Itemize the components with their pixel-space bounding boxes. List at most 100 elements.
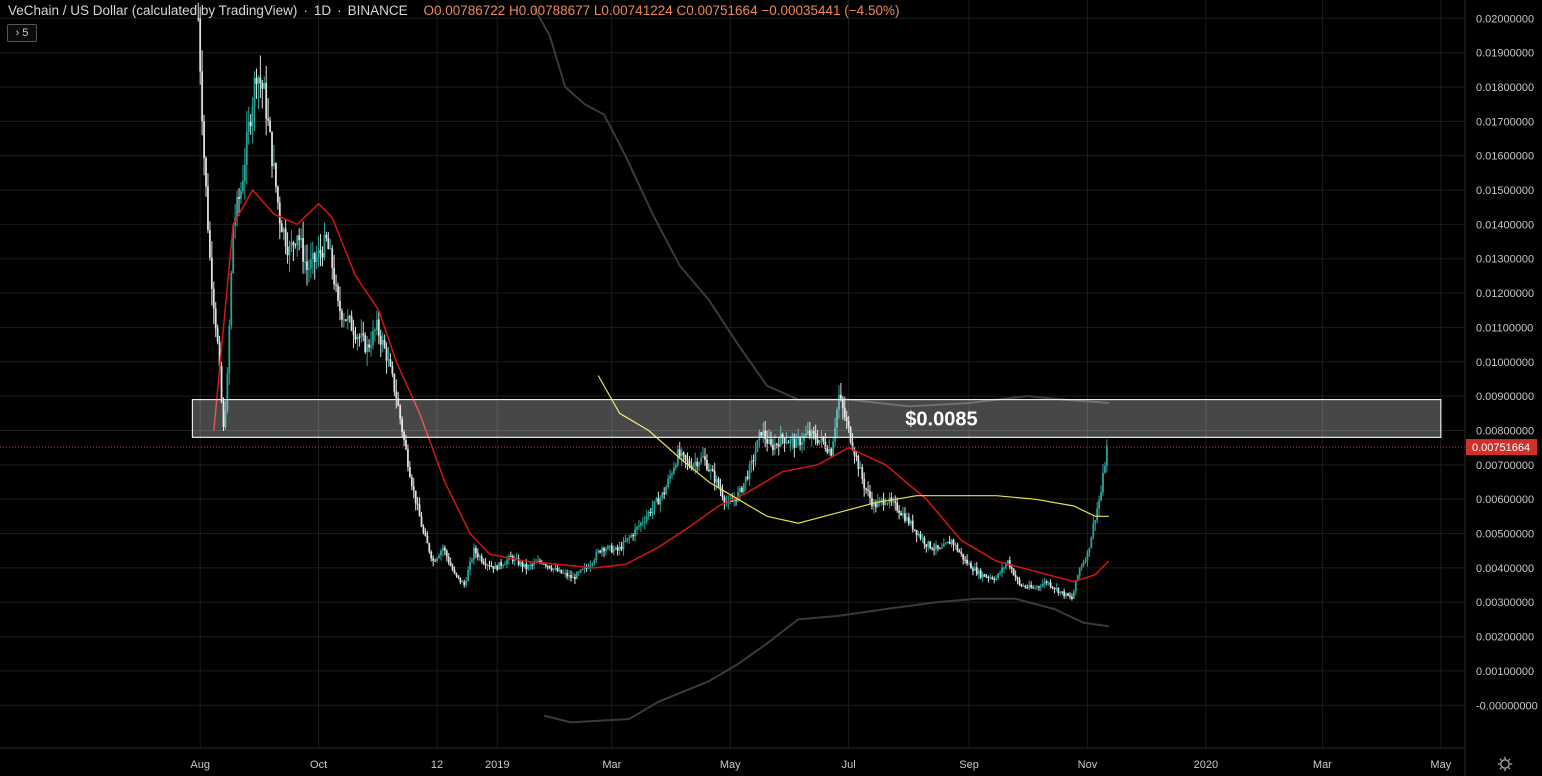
candle-body [1053, 587, 1056, 589]
price-tag-label: 0.00751664 [1472, 442, 1530, 454]
candle-body [900, 512, 902, 516]
candle-body [290, 242, 293, 247]
candle-body [944, 543, 947, 545]
y-tick-label: 0.01000000 [1476, 357, 1534, 369]
candle-body [438, 555, 440, 558]
candle-body [634, 529, 636, 537]
candle-body [1038, 586, 1040, 588]
candle-body [280, 223, 283, 233]
candle-body [925, 544, 928, 547]
y-tick-label: 0.00500000 [1476, 529, 1534, 541]
y-tick-label: 0.01600000 [1476, 151, 1534, 163]
candle-body [344, 319, 347, 321]
candle-body [612, 549, 615, 553]
candle-body [1024, 585, 1027, 588]
candle-body [575, 572, 578, 580]
candle-body [909, 520, 912, 524]
candle-body [739, 487, 741, 493]
candle-body [1045, 581, 1048, 583]
y-tick-label: 0.01900000 [1476, 48, 1534, 60]
candle-body [715, 478, 718, 483]
candle-body [245, 131, 248, 165]
candle-body [306, 261, 308, 270]
candle-body [354, 335, 357, 340]
y-tick-label: 0.01400000 [1476, 219, 1534, 231]
candle-body [931, 548, 934, 550]
candle-body [1036, 586, 1038, 588]
candle-body [748, 464, 751, 479]
resistance-zone[interactable]: $0.0085 [191, 398, 1442, 438]
candle-body [709, 469, 712, 471]
close-value: C0.00751664 [676, 3, 758, 18]
hidden-indicators-button[interactable]: › 5 [7, 24, 37, 42]
gear-icon[interactable] [1497, 756, 1513, 772]
candle-body [521, 562, 524, 567]
candle-body [372, 330, 374, 346]
y-tick-label: 0.02000000 [1476, 13, 1534, 25]
candle-body [740, 487, 743, 492]
candle-body [985, 576, 988, 578]
candle-body [789, 439, 792, 443]
candle-body [570, 574, 572, 578]
candle-body [801, 441, 803, 446]
candle-body [622, 541, 625, 550]
candle-body [368, 344, 370, 348]
candle-body [1032, 587, 1034, 589]
candle-body [832, 441, 835, 456]
candle-body [379, 335, 382, 345]
candle-body [288, 246, 291, 256]
symbol-title[interactable]: VeChain / US Dollar (calculated by Tradi… [8, 3, 297, 18]
y-tick-label: 0.01200000 [1476, 288, 1534, 300]
candle-body [614, 547, 617, 550]
candle-body [636, 526, 638, 530]
candle-body [300, 237, 303, 241]
candle-body [869, 491, 871, 498]
candle-body [855, 455, 858, 457]
candle-body [278, 202, 281, 224]
candle-body [243, 164, 246, 181]
candle-body [331, 248, 334, 268]
candle-body [785, 442, 788, 444]
candle-body [915, 529, 918, 536]
candle-body [674, 465, 677, 468]
candle-body [603, 547, 605, 552]
candle-body [787, 442, 790, 444]
chevron-right-icon: › [15, 27, 20, 39]
candle-body [430, 551, 433, 559]
x-tick-label: 2019 [485, 759, 509, 771]
candle-body [445, 550, 448, 557]
candle-body [341, 311, 343, 320]
candle-body [620, 546, 623, 550]
candle-body [548, 565, 551, 569]
candle-body [356, 336, 359, 340]
candle-body [1061, 591, 1064, 593]
candle-body [509, 555, 512, 557]
interval-label[interactable]: 1D [314, 3, 331, 18]
candle-body [768, 439, 770, 444]
price-axis[interactable]: 0.02000000 0.01900000 0.01800000 0.01700000… [1476, 13, 1538, 712]
candle-body [616, 547, 619, 551]
candle-body [991, 577, 994, 579]
candle-body [1065, 593, 1068, 597]
candle-body [700, 457, 702, 463]
candle-body [756, 440, 759, 452]
candle-body [979, 570, 982, 578]
candle-body [972, 568, 974, 571]
candle-body [702, 456, 704, 458]
candle-body [995, 578, 998, 580]
candle-body [960, 552, 963, 554]
candle-body [544, 563, 547, 566]
price-chart[interactable]: $0.0085 0.020000000.019000000.018000000.… [0, 0, 1542, 776]
candle-body [983, 574, 986, 577]
candle-body [383, 339, 386, 348]
candle-body [325, 234, 328, 238]
time-axis[interactable]: Aug Oct 12 2019 Mar May Jul Sep Nov 2020 Mar May [190, 759, 1451, 771]
candle-body [746, 476, 749, 479]
candle-body [667, 478, 669, 488]
candle-body [428, 543, 431, 552]
candle-body [453, 570, 456, 574]
candle-body [1074, 580, 1077, 592]
candle-body [599, 550, 602, 553]
candle-body [1047, 582, 1050, 584]
candle-body [886, 503, 889, 505]
